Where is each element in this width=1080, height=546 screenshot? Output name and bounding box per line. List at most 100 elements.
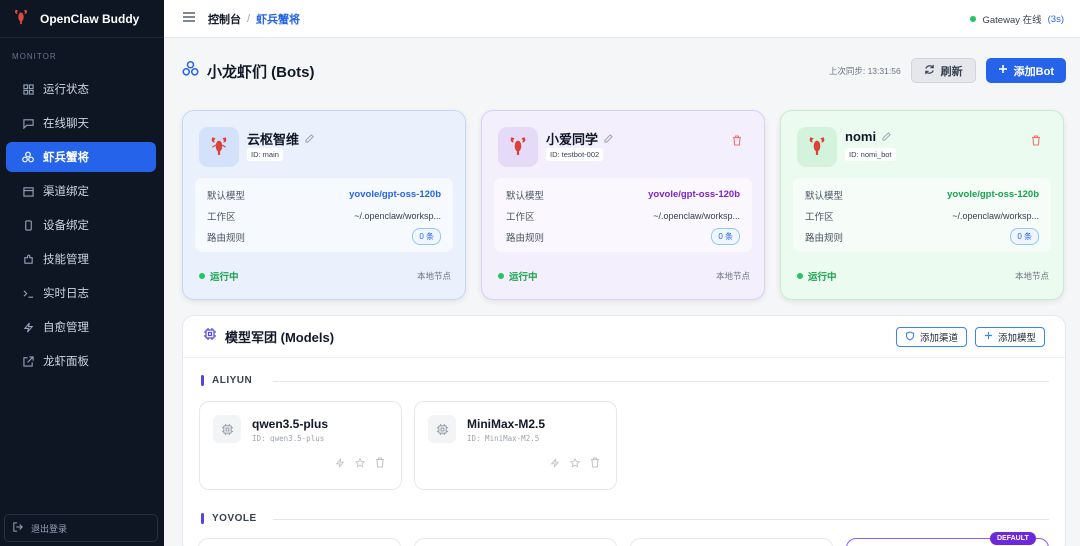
lobster-icon bbox=[806, 134, 828, 161]
sidebar-item-channels[interactable]: 渠道绑定 bbox=[6, 176, 156, 206]
model-card[interactable] bbox=[630, 538, 833, 546]
model-label: 默认模型 bbox=[506, 190, 545, 202]
status-badge: 运行中 bbox=[498, 269, 538, 283]
model-id: ID: qwen3.5-plus bbox=[252, 434, 325, 443]
star-icon[interactable] bbox=[569, 455, 581, 473]
model-card[interactable]: MiniMax-M2.5 ID: MiniMax-M2.5 bbox=[414, 401, 617, 490]
chat-icon bbox=[22, 117, 34, 129]
edit-icon[interactable] bbox=[604, 131, 613, 146]
puzzle-icon bbox=[22, 253, 34, 265]
sidebar-item-label: 设备绑定 bbox=[43, 220, 89, 232]
model-id: ID: MiniMax-M2.5 bbox=[467, 434, 540, 443]
online-dot-icon bbox=[797, 273, 803, 279]
avatar bbox=[797, 127, 837, 167]
avatar bbox=[498, 127, 538, 167]
workspace-value: ~/.openclaw/worksp... bbox=[653, 210, 740, 221]
star-icon[interactable] bbox=[354, 455, 366, 473]
trash-icon[interactable] bbox=[590, 455, 600, 473]
bot-info: 默认模型 yovole/gpt-oss-120b 工作区 ~/.openclaw/w… bbox=[195, 178, 453, 252]
panel-title: 模型军团 (Models) bbox=[225, 330, 335, 345]
sidebar-item-bots[interactable]: 虾兵蟹将 bbox=[6, 142, 156, 172]
add-bot-button[interactable]: 添加Bot bbox=[985, 58, 1066, 83]
bot-id: ID: nomi_bot bbox=[845, 148, 896, 161]
routing-badge: 0 条 bbox=[711, 228, 740, 245]
add-channel-button[interactable]: 添加渠道 bbox=[895, 327, 967, 347]
bot-name: 云枢智维 bbox=[247, 129, 314, 148]
workspace-value: ~/.openclaw/worksp... bbox=[952, 210, 1039, 221]
bots-icon bbox=[22, 151, 34, 163]
sidebar-item-label: 虾兵蟹将 bbox=[43, 152, 89, 164]
gateway-label: Gateway 在线 bbox=[982, 15, 1042, 26]
sidebar-item-skills[interactable]: 技能管理 bbox=[6, 244, 156, 274]
sidebar-item-selfheal[interactable]: 自愈管理 bbox=[6, 312, 156, 342]
routing-label: 路由规则 bbox=[506, 232, 545, 244]
default-badge: DEFAULT bbox=[990, 532, 1036, 545]
trash-icon[interactable] bbox=[375, 455, 385, 473]
sidebar-item-label: 自愈管理 bbox=[43, 322, 89, 334]
model-value: yovole/gpt-oss-120b bbox=[349, 189, 441, 200]
bot-name-text: 云枢智维 bbox=[247, 132, 300, 147]
add-channel-label: 添加渠道 bbox=[919, 333, 958, 344]
routing-label: 路由规则 bbox=[207, 232, 246, 244]
app-name: OpenClaw Buddy bbox=[40, 11, 140, 26]
sidebar-item-dashboard[interactable]: 龙虾面板 bbox=[6, 346, 156, 376]
lobster-icon bbox=[507, 134, 529, 161]
model-value: yovole/gpt-oss-120b bbox=[648, 189, 740, 200]
sidebar-item-chat[interactable]: 在线聊天 bbox=[6, 108, 156, 138]
node-label: 本地节点 bbox=[1014, 271, 1049, 281]
node-label: 本地节点 bbox=[416, 271, 451, 281]
lobster-logo-icon bbox=[12, 7, 30, 30]
breadcrumb-separator: / bbox=[247, 12, 251, 25]
chip-icon bbox=[203, 327, 217, 346]
divider bbox=[273, 381, 1049, 382]
group-name: YOVOLE bbox=[212, 513, 257, 524]
trash-icon[interactable] bbox=[1031, 133, 1041, 151]
model-value: yovole/gpt-oss-120b bbox=[947, 189, 1039, 200]
edit-icon[interactable] bbox=[305, 131, 314, 146]
sidebar-item-status[interactable]: 运行状态 bbox=[6, 74, 156, 104]
models-panel: 模型军团 (Models) 添加渠道 添加模型 ALIYUN qwen3.5-p… bbox=[182, 315, 1066, 546]
bolt-icon[interactable] bbox=[335, 455, 345, 473]
bot-name-text: nomi bbox=[845, 129, 877, 144]
external-link-icon bbox=[22, 355, 34, 367]
workspace-label: 工作区 bbox=[506, 211, 535, 223]
workspace-label: 工作区 bbox=[805, 211, 834, 223]
lobster-icon bbox=[208, 134, 230, 161]
refresh-label: 刷新 bbox=[940, 65, 963, 78]
model-name: qwen3.5-plus bbox=[252, 417, 329, 431]
status-text: 运行中 bbox=[210, 272, 239, 283]
sidebar-item-logs[interactable]: 实时日志 bbox=[6, 278, 156, 308]
sidebar-item-label: 技能管理 bbox=[43, 254, 89, 266]
plus-icon bbox=[998, 64, 1008, 77]
edit-icon[interactable] bbox=[882, 129, 891, 144]
routing-badge: 0 条 bbox=[1010, 228, 1039, 245]
bot-name-text: 小爱同学 bbox=[546, 132, 599, 147]
last-sync: 上次同步: 13:31:56 bbox=[828, 65, 901, 76]
bot-name: nomi bbox=[845, 129, 891, 144]
breadcrumb-root[interactable]: 控制台 bbox=[208, 11, 241, 27]
logout-icon bbox=[13, 522, 23, 534]
model-label: 默认模型 bbox=[207, 190, 246, 202]
bot-id: ID: main bbox=[247, 148, 283, 161]
chip-icon bbox=[428, 415, 456, 443]
brand[interactable]: OpenClaw Buddy bbox=[0, 0, 164, 38]
trash-icon[interactable] bbox=[732, 133, 742, 151]
bot-id: ID: testbot-002 bbox=[546, 148, 604, 161]
workspace-value: ~/.openclaw/worksp... bbox=[354, 210, 441, 221]
bot-card[interactable]: nomi ID: nomi_bot 默认模型 yovole/gpt-oss-120… bbox=[780, 110, 1064, 300]
model-card[interactable] bbox=[198, 538, 401, 546]
bot-card[interactable]: 小爱同学 ID: testbot-002 默认模型 yovole/gpt-oss-… bbox=[481, 110, 765, 300]
topbar: 控制台 / 虾兵蟹将 Gateway 在线 (3s) bbox=[164, 0, 1080, 38]
model-card[interactable]: qwen3.5-plus ID: qwen3.5-plus bbox=[199, 401, 402, 490]
section-label: MONITOR bbox=[12, 52, 57, 61]
add-model-button[interactable]: 添加模型 bbox=[974, 327, 1045, 347]
logout-button[interactable]: 退出登录 bbox=[4, 514, 158, 542]
menu-toggle-icon[interactable] bbox=[182, 10, 196, 28]
online-dot-icon bbox=[199, 273, 205, 279]
sidebar-item-devices[interactable]: 设备绑定 bbox=[6, 210, 156, 240]
bolt-icon[interactable] bbox=[550, 455, 560, 473]
model-card[interactable] bbox=[414, 538, 617, 546]
sidebar-item-label: 龙虾面板 bbox=[43, 356, 89, 368]
refresh-button[interactable]: 刷新 bbox=[910, 58, 976, 83]
bot-card[interactable]: 云枢智维 ID: main 默认模型 yovole/gpt-oss-120b 工作… bbox=[182, 110, 466, 300]
